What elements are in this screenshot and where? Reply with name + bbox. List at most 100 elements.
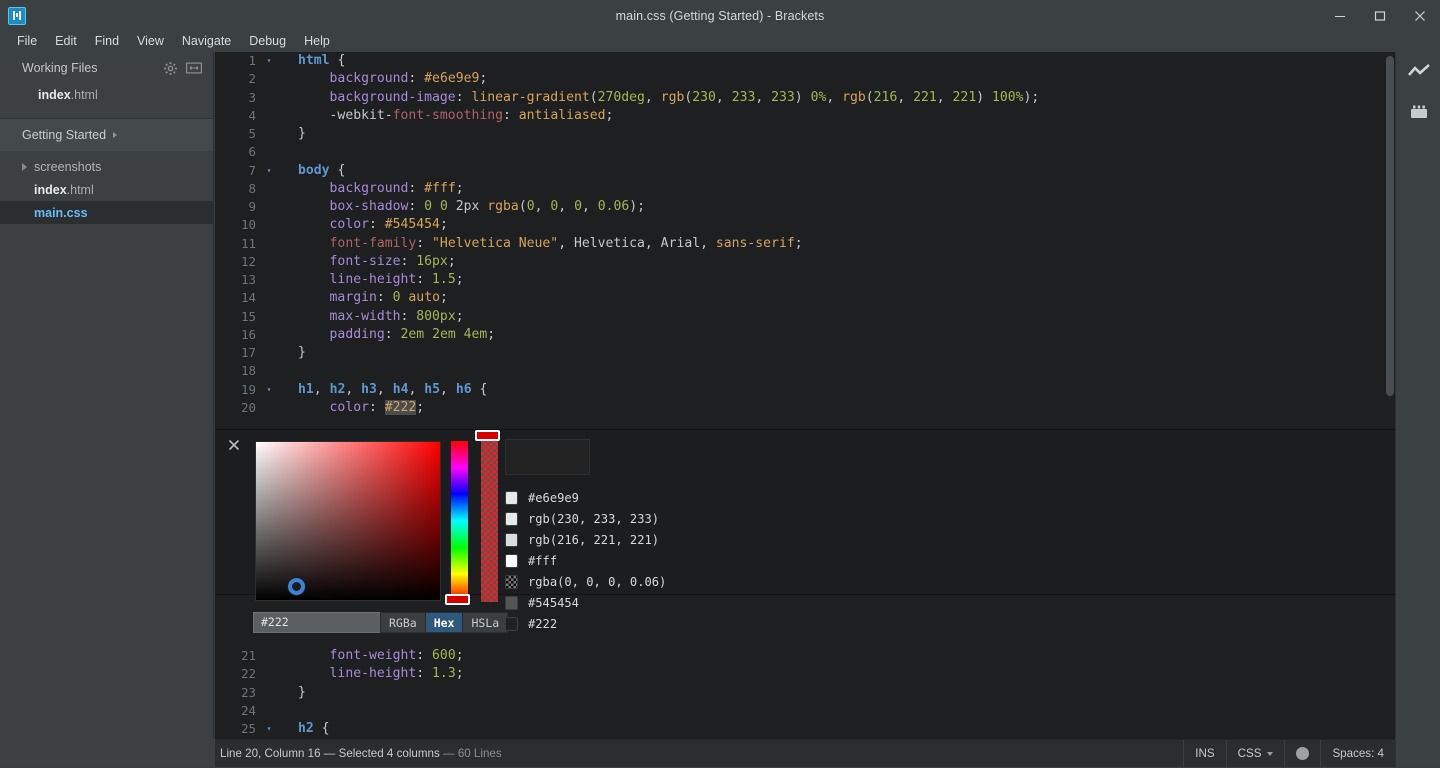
code-line[interactable]: 3 background-image: linear-gradient(270d… <box>215 89 1395 107</box>
menu-view[interactable]: View <box>128 33 173 51</box>
code-line[interactable]: 9 box-shadow: 0 0 2px rgba(0, 0, 0, 0.06… <box>215 198 1395 216</box>
close-icon[interactable] <box>228 439 240 454</box>
scrollbar-thumb[interactable] <box>1386 56 1394 396</box>
insert-mode-indicator[interactable]: INS <box>1183 740 1225 768</box>
color-swatch-chip[interactable] <box>505 554 518 568</box>
code-line-text: } <box>276 125 1395 143</box>
color-swatch-row[interactable]: #e6e9e9 <box>505 487 666 508</box>
code-token: , <box>582 199 590 214</box>
project-header[interactable]: Getting Started <box>0 119 213 151</box>
color-swatch-row[interactable]: #545454 <box>505 592 666 613</box>
extension-manager-icon[interactable] <box>1396 92 1440 132</box>
format-rgba-button[interactable]: RGBa <box>380 612 426 633</box>
menu-find[interactable]: Find <box>86 33 128 51</box>
indent-setting[interactable]: Spaces: 4 <box>1320 740 1395 768</box>
code-line[interactable]: 21 font-weight: 600; <box>215 647 1395 665</box>
minimize-button[interactable] <box>1320 0 1360 31</box>
hue-slider[interactable] <box>451 441 468 601</box>
color-swatch-row[interactable]: rgb(230, 233, 233) <box>505 508 666 529</box>
tree-file-index-html[interactable]: index.html <box>0 178 213 201</box>
format-hsla-button[interactable]: HSLa <box>462 612 508 633</box>
live-preview-icon[interactable] <box>1396 52 1440 92</box>
code-line[interactable]: 13 line-height: 1.5; <box>215 271 1395 289</box>
code-line[interactable]: 17} <box>215 344 1395 362</box>
menu-navigate[interactable]: Navigate <box>173 33 240 51</box>
code-editor[interactable]: 1▾html {2 background: #e6e9e9;3 backgrou… <box>215 52 1395 739</box>
color-hex-input[interactable]: #222 <box>253 612 386 633</box>
disclosure-triangle-icon[interactable] <box>22 163 27 171</box>
code-line[interactable]: 11 font-family: "Helvetica Neue", Helvet… <box>215 235 1395 253</box>
language-selector[interactable]: CSS <box>1226 740 1285 768</box>
code-line[interactable]: 6 <box>215 143 1395 161</box>
code-token: 800px <box>416 309 455 324</box>
color-swatch-chip[interactable] <box>505 533 518 547</box>
inline-color-picker[interactable]: #222 RGBa Hex HSLa #e6e9e9rgb(230, 233, … <box>215 429 1395 595</box>
code-line[interactable]: 12 font-size: 16px; <box>215 253 1395 271</box>
menu-debug[interactable]: Debug <box>240 33 295 51</box>
color-swatch-label: #545454 <box>528 596 579 610</box>
line-number: 12 <box>215 253 262 271</box>
editor-vertical-scrollbar[interactable] <box>1384 52 1395 739</box>
code-line[interactable]: 7▾body { <box>215 162 1395 180</box>
color-swatch-chip[interactable] <box>505 617 518 631</box>
code-line[interactable]: 18 <box>215 362 1395 380</box>
color-swatch-chip[interactable] <box>505 575 518 589</box>
color-format-toggle-group: RGBa Hex HSLa <box>381 612 508 633</box>
code-token: : <box>369 400 377 415</box>
saturation-cursor[interactable] <box>288 578 305 595</box>
color-swatch-row[interactable]: rgb(216, 221, 221) <box>505 529 666 550</box>
saturation-value-field[interactable] <box>255 441 441 601</box>
code-token <box>385 290 393 305</box>
code-fold-toggle-icon[interactable]: ▾ <box>262 52 276 70</box>
menu-help[interactable]: Help <box>295 33 339 51</box>
code-line[interactable]: 15 max-width: 800px; <box>215 308 1395 326</box>
gear-icon[interactable] <box>161 59 179 77</box>
code-lines-upper[interactable]: 1▾html {2 background: #e6e9e9;3 backgrou… <box>215 52 1395 429</box>
split-view-icon[interactable] <box>185 59 203 77</box>
maximize-button[interactable] <box>1360 0 1400 31</box>
code-line[interactable]: 20 color: #222; <box>215 399 1395 417</box>
code-line[interactable]: 24 <box>215 702 1395 720</box>
tree-file-main-css[interactable]: main.css <box>0 201 213 224</box>
color-swatch-row[interactable]: #fff <box>505 550 666 571</box>
alpha-slider-thumb[interactable] <box>475 430 500 441</box>
code-line[interactable]: 22 line-height: 1.3; <box>215 665 1395 683</box>
code-line[interactable]: 4 -webkit-font-smoothing: antialiased; <box>215 107 1395 125</box>
code-line[interactable]: 16 padding: 2em 2em 4em; <box>215 326 1395 344</box>
tree-folder-screenshots[interactable]: screenshots <box>0 155 213 178</box>
color-swatch-row[interactable]: #222 <box>505 613 666 634</box>
working-file-index-html[interactable]: index.html <box>0 84 213 105</box>
chevron-right-icon[interactable] <box>113 132 117 138</box>
code-line[interactable]: 25▾h2 { <box>215 720 1395 738</box>
code-line[interactable]: 14 margin: 0 auto; <box>215 289 1395 307</box>
code-token: margin <box>330 290 377 305</box>
code-token: #fff <box>424 181 456 196</box>
color-swatch-chip[interactable] <box>505 491 518 505</box>
color-swatch-row[interactable]: rgba(0, 0, 0, 0.06) <box>505 571 666 592</box>
code-token <box>905 90 913 105</box>
menu-edit[interactable]: Edit <box>46 33 86 51</box>
close-button[interactable] <box>1400 0 1440 31</box>
alpha-slider[interactable] <box>481 434 498 602</box>
code-line[interactable]: 2 background: #e6e9e9; <box>215 70 1395 88</box>
code-token: { <box>337 53 345 68</box>
format-hex-button[interactable]: Hex <box>425 612 464 633</box>
code-line[interactable]: 8 background: #fff; <box>215 180 1395 198</box>
code-token: 1.5 <box>432 272 456 287</box>
code-line[interactable]: 23} <box>215 684 1395 702</box>
code-token: h2 <box>298 721 314 736</box>
color-swatch-chip[interactable] <box>505 512 518 526</box>
code-line[interactable]: 5} <box>215 125 1395 143</box>
code-fold-toggle-icon[interactable]: ▾ <box>262 381 276 399</box>
code-line[interactable]: 19▾h1, h2, h3, h4, h5, h6 { <box>215 381 1395 399</box>
code-fold-toggle-icon[interactable]: ▾ <box>262 162 276 180</box>
hue-slider-thumb[interactable] <box>445 594 470 605</box>
line-number: 8 <box>215 180 262 198</box>
code-line[interactable]: 1▾html { <box>215 52 1395 70</box>
code-fold-toggle-icon[interactable]: ▾ <box>262 720 276 738</box>
color-swatch-chip[interactable] <box>505 596 518 610</box>
code-token: ) <box>976 90 984 105</box>
code-line[interactable]: 10 color: #545454; <box>215 216 1395 234</box>
menu-file[interactable]: File <box>8 33 46 51</box>
code-lines-lower[interactable]: 21 font-weight: 600;22 line-height: 1.3;… <box>215 647 1395 739</box>
